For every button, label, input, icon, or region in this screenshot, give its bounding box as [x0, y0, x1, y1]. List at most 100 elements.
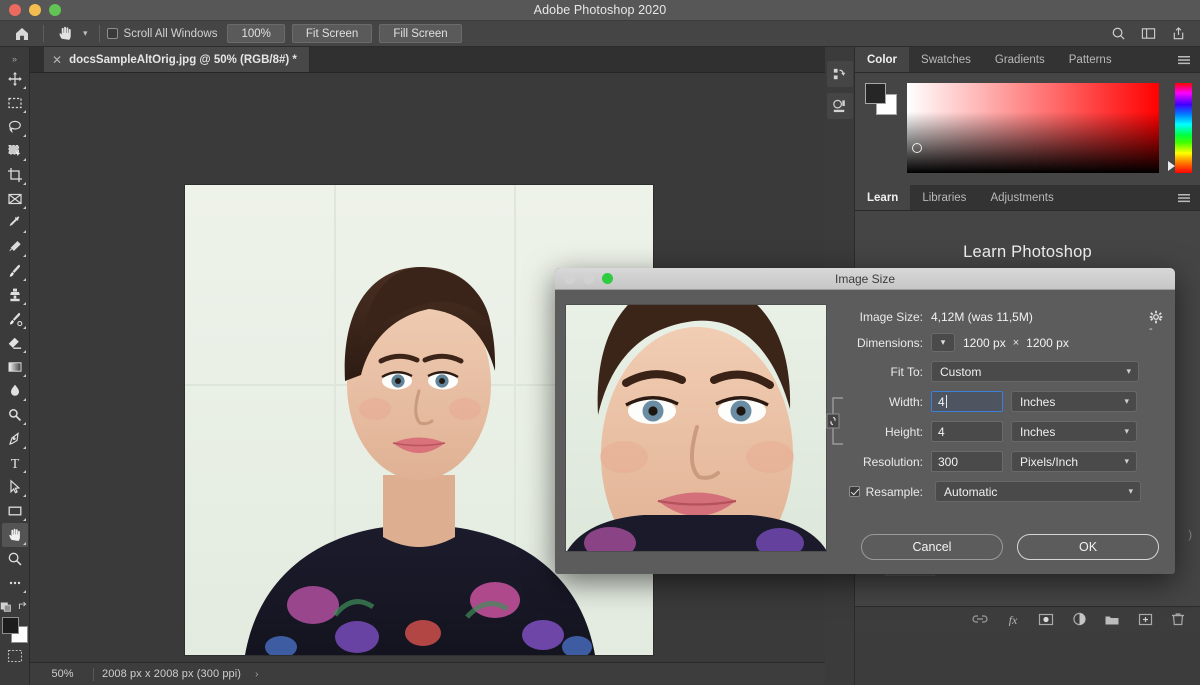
- tab-learn[interactable]: Learn: [855, 185, 911, 210]
- tab-swatches[interactable]: Swatches: [909, 47, 983, 72]
- eraser-tool[interactable]: [2, 331, 28, 355]
- tab-libraries[interactable]: Libraries: [910, 185, 978, 210]
- tab-color[interactable]: Color: [855, 47, 910, 72]
- height-unit-value: Inches: [1020, 424, 1056, 439]
- image-size-row: Image Size: 4,12M (was 11,5M): [839, 310, 1161, 324]
- color-spectrum-cursor[interactable]: [912, 143, 922, 153]
- dialog-title: Image Size: [834, 271, 896, 286]
- zoom-100-button[interactable]: 100%: [227, 24, 285, 43]
- rectangle-tool[interactable]: [2, 499, 28, 523]
- resolution-unit-select[interactable]: Pixels/Inch ▾: [1011, 451, 1137, 472]
- history-brush-tool[interactable]: [2, 307, 28, 331]
- tool-corner-marker: [22, 350, 26, 353]
- learn-panel-menu-icon[interactable]: [1177, 185, 1200, 210]
- brush-tool[interactable]: [2, 259, 28, 283]
- tab-patterns[interactable]: Patterns: [1057, 47, 1124, 72]
- quick-mask-icon[interactable]: [0, 599, 13, 613]
- dimensions-row: Dimensions: ▾ 1200 px × 1200 px: [839, 333, 1161, 352]
- tool-corner-marker: [22, 278, 26, 281]
- window-title: Adobe Photoshop 2020: [533, 3, 667, 17]
- share-icon[interactable]: [1164, 22, 1192, 46]
- tool-preset-chevron-down-icon[interactable]: ▾: [79, 28, 92, 39]
- move-tool[interactable]: [2, 67, 28, 91]
- adjustment-layer-icon[interactable]: [1071, 611, 1087, 627]
- options-bar-right-icons: [1104, 22, 1200, 46]
- height-unit-select[interactable]: Inches ▾: [1011, 421, 1137, 442]
- image-size-dialog[interactable]: Image Size - Image Size: 4,12M (was 11,5…: [555, 268, 1175, 574]
- frame-tool[interactable]: [2, 187, 28, 211]
- resample-select[interactable]: Automatic ▾: [935, 481, 1141, 502]
- type-tool[interactable]: T: [2, 451, 28, 475]
- color-panel-swatches[interactable]: [865, 83, 897, 115]
- new-layer-icon[interactable]: [1137, 611, 1153, 627]
- history-panel-icon[interactable]: [826, 61, 853, 87]
- fit-screen-button[interactable]: Fit Screen: [291, 24, 373, 43]
- dimensions-label: Dimensions:: [856, 335, 923, 350]
- constrain-proportions-link[interactable]: [825, 393, 843, 445]
- layer-style-fx-icon[interactable]: fx: [1005, 611, 1021, 627]
- clone-stamp-tool[interactable]: [2, 283, 28, 307]
- tab-gradients[interactable]: Gradients: [983, 47, 1057, 72]
- cancel-button[interactable]: Cancel: [861, 534, 1003, 560]
- workspace-icon[interactable]: [1134, 22, 1162, 46]
- more-tools-icon[interactable]: [2, 571, 28, 595]
- resample-checkbox[interactable]: Resample:: [839, 485, 931, 499]
- chevrons-right-icon[interactable]: chevrons-right-icon: [30, 65, 44, 72]
- home-icon[interactable]: [8, 22, 36, 46]
- crop-tool[interactable]: [2, 163, 28, 187]
- hue-slider[interactable]: [1168, 83, 1192, 173]
- quick-selection-tool[interactable]: [2, 139, 28, 163]
- properties-panel-icon[interactable]: [826, 93, 853, 119]
- link-layers-icon[interactable]: [972, 611, 988, 627]
- tools-overflow-icon[interactable]: »: [2, 51, 28, 67]
- document-tab[interactable]: ✕ docsSampleAltOrig.jpg @ 50% (RGB/8#) *: [44, 47, 310, 72]
- image-preview[interactable]: [565, 304, 827, 552]
- document-tab-label: docsSampleAltOrig.jpg @ 50% (RGB/8#) *: [69, 53, 297, 66]
- search-icon[interactable]: [1104, 22, 1132, 46]
- foreground-color-swatch[interactable]: [1, 617, 19, 634]
- dimensions-chevron-down-icon[interactable]: ▾: [931, 333, 955, 352]
- swap-colors-icon[interactable]: [17, 600, 30, 613]
- lasso-tool[interactable]: [2, 115, 28, 139]
- learn-panel-heading: Learn Photoshop: [963, 243, 1092, 261]
- dodge-tool[interactable]: [2, 403, 28, 427]
- marquee-tool[interactable]: [2, 91, 28, 115]
- ok-button[interactable]: OK: [1017, 534, 1159, 560]
- tool-corner-marker: [22, 590, 26, 593]
- path-selection-tool[interactable]: [2, 475, 28, 499]
- screen-mode-icon[interactable]: [7, 649, 23, 663]
- fill-screen-button[interactable]: Fill Screen: [379, 24, 462, 43]
- hue-slider-marker[interactable]: [1168, 161, 1176, 171]
- tab-adjustments[interactable]: Adjustments: [978, 185, 1065, 210]
- tool-corner-marker: [22, 446, 26, 449]
- tool-corner-marker: [22, 518, 26, 521]
- pen-tool[interactable]: [2, 427, 28, 451]
- color-swatches[interactable]: [1, 617, 28, 643]
- fit-to-select[interactable]: Custom ▾: [931, 361, 1139, 382]
- status-zoom-level[interactable]: 50%: [30, 668, 85, 680]
- color-panel-menu-icon[interactable]: [1177, 47, 1200, 72]
- options-divider: [43, 25, 44, 42]
- eyedropper-tool[interactable]: [2, 211, 28, 235]
- gradient-tool[interactable]: [2, 355, 28, 379]
- delete-layer-icon[interactable]: [1170, 611, 1186, 627]
- resolution-input[interactable]: 300: [931, 451, 1003, 472]
- new-group-icon[interactable]: [1104, 611, 1120, 627]
- hand-tool[interactable]: [1, 523, 28, 547]
- status-expand-arrow-icon[interactable]: ›: [241, 669, 258, 680]
- height-input[interactable]: 4: [931, 421, 1003, 442]
- width-input[interactable]: 4: [931, 391, 1003, 412]
- color-spectrum[interactable]: [907, 83, 1160, 173]
- blur-tool[interactable]: [2, 379, 28, 403]
- healing-brush-tool[interactable]: [2, 235, 28, 259]
- close-icon[interactable]: ✕: [52, 53, 62, 67]
- zoom-tool[interactable]: [2, 547, 28, 571]
- svg-text:fx: fx: [1009, 613, 1018, 626]
- color-panel-foreground-swatch[interactable]: [865, 83, 886, 104]
- layer-mask-icon[interactable]: [1038, 611, 1054, 627]
- tool-corner-marker: [22, 398, 26, 401]
- width-unit-select[interactable]: Inches ▾: [1011, 391, 1137, 412]
- gear-icon[interactable]: -: [1149, 310, 1163, 339]
- hand-tool-icon[interactable]: [51, 22, 79, 46]
- scroll-all-windows-checkbox[interactable]: Scroll All Windows: [106, 28, 228, 40]
